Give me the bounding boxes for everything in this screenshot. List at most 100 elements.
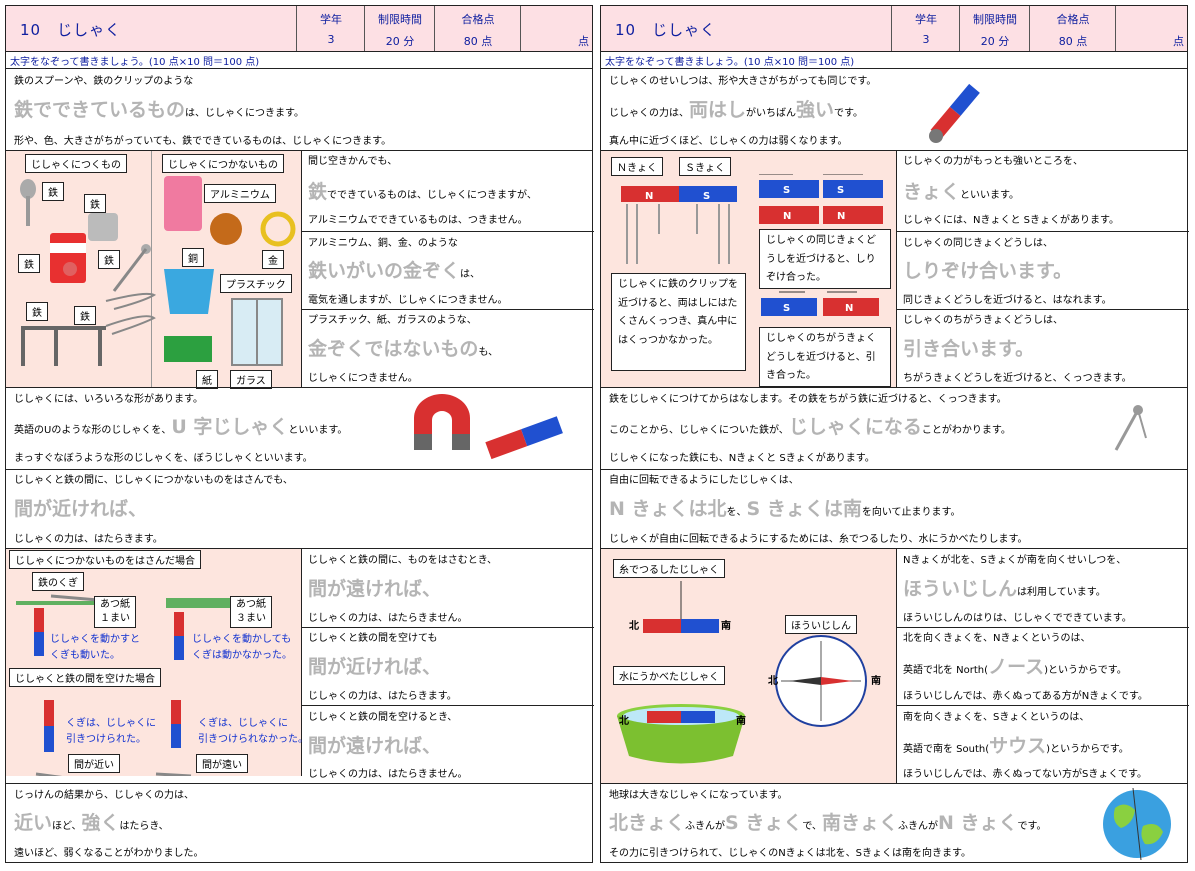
text-line: まっすぐなぼうような形のじしゃくを、ぼうじしゃくといいます。	[14, 453, 313, 464]
trace-text[interactable]: 間が遠ければ、	[308, 580, 441, 599]
tag-iron: 鉄	[26, 302, 48, 321]
trace-text[interactable]: 鉄でできているものは、じしゃくにつきます。	[14, 101, 304, 120]
trace-text[interactable]: N きょくは北を、S きょくは南を向いて止まります。	[609, 500, 961, 519]
magnet-illustration	[414, 394, 563, 460]
nail-icon	[1114, 405, 1147, 451]
trace-text[interactable]: しりぞけ合います。	[903, 262, 1072, 281]
trace-text[interactable]: きょくといいます。	[903, 183, 1019, 202]
pass-cell: 合格点 80 点	[1029, 6, 1116, 51]
worksheet-left: 10 じしゃく 学年 3 制限時間 20 分 合格点 80 点 点 太字をなぞって書き…	[5, 5, 594, 863]
tag-iron: 鉄	[84, 194, 106, 213]
score-cell[interactable]: 点	[1115, 6, 1190, 51]
instruction: 太字をなぞって書きましょう。(10 点×10 問＝100 点)	[10, 57, 260, 68]
text-line: 鉄をじしゃくにつけてからはなします。その鉄をちがう鉄に近づけると、くっつきます。	[609, 394, 1007, 405]
worksheet-title: 10 じしゃく	[615, 21, 717, 39]
text-line: じしゃくの力は、はたらきます。	[308, 691, 457, 702]
trace-text[interactable]: 間が近ければ、	[14, 500, 147, 519]
tag-iron: 鉄	[42, 182, 64, 201]
trace-text[interactable]: 間が遠ければ、	[308, 737, 441, 756]
text-line: じしゃくのちがうきょくどうしは、	[903, 315, 1063, 326]
text-line: 南を向くきょくを、Sきょくというのは、	[903, 712, 1090, 723]
text-line: ちがうきょくどうしを近づけると、くっつきます。	[903, 373, 1132, 384]
tag-iron: 鉄	[98, 250, 120, 269]
text-line: ほういじしんでは、赤くぬってある方がNきょくです。	[903, 691, 1148, 702]
gap-illustration	[35, 700, 192, 776]
text-line: Nきょくが北を、Sきょくが南を向くせいしつを、	[903, 555, 1127, 566]
tag-copper: 銅	[182, 248, 204, 267]
text-line: じっけんの結果から、じしゃくの力は、	[14, 790, 194, 801]
trace-text[interactable]: 英語のUのような形のじしゃくを、U 字じしゃくといいます。	[14, 418, 347, 437]
text-line: その力に引きつけられて、じしゃくのNきょくは北を、Sきょくは南を向きます。	[609, 848, 972, 859]
caption-gap: じしゃくと鉄の間を空けた場合	[9, 668, 161, 687]
pole-s: S	[783, 185, 790, 196]
text-line: じしゃくにつきません。	[308, 373, 418, 384]
tag-plastic: プラスチック	[220, 274, 292, 293]
trace-text[interactable]: 北きょくふきんがS きょくで、南きょくふきんがN きょくです。	[609, 814, 1046, 833]
result-note: くぎは動かなかった。	[192, 650, 292, 661]
time-cell: 制限時間 20 分	[959, 6, 1030, 51]
worksheet-title: 10 じしゃく	[20, 21, 122, 39]
result-note: くぎは、じしゃくに	[66, 718, 156, 729]
text-line: アルミニウム、銅、金、のような	[308, 238, 458, 249]
pole-n: N	[837, 211, 845, 222]
text-line: 電気を通しますが、じしゃくにつきません。	[308, 295, 508, 306]
label-north: 北	[619, 716, 629, 727]
trace-text[interactable]: ほういじしんは利用しています。	[903, 580, 1106, 599]
text-line: じしゃくの同じきょくどうしは、	[903, 238, 1053, 249]
trace-text[interactable]: 鉄でできているものは、じしゃくにつきますが、	[308, 183, 537, 202]
text-line: プラスチック、紙、ガラスのような、	[308, 315, 477, 326]
text-line: 遠いほど、弱くなることがわかりました。	[14, 848, 204, 859]
grade-cell: 学年 3	[891, 6, 960, 51]
pole-n: N	[845, 303, 853, 314]
result-note: 引きつけられなかった。	[198, 734, 308, 745]
trace-text[interactable]: 鉄いがいの金ぞくは、	[308, 262, 480, 281]
trace-text[interactable]: 英語で北を North(ノース)というからです。	[903, 658, 1127, 677]
label-north: 北	[629, 621, 639, 632]
text-line: ほういじしんのはりは、じしゃくでできています。	[903, 613, 1132, 624]
score-cell[interactable]: 点	[520, 6, 595, 51]
paper-3sheets: あつ紙 ３まい	[230, 596, 272, 628]
text-line: じしゃくが自由に回転できるようにするためには、糸でつるしたり、水にうかべたりしま…	[609, 534, 1028, 545]
note-clips: じしゃくに鉄のクリップを近づけると、両はしにはたくさんくっつき、真ん中にはくっつ…	[611, 273, 746, 371]
result-note: 引きつけられた。	[66, 734, 146, 745]
trace-text[interactable]: このことから、じしゃくについた鉄が、じしゃくになることがわかります。	[609, 418, 1011, 437]
text-line: じしゃくと鉄の間に、じしゃくにつかないものをはさんでも、	[14, 475, 293, 486]
text-line: 同じきょくどうしを近づけると、はなれます。	[903, 295, 1112, 306]
trace-text[interactable]: 金ぞくではないものも、	[308, 340, 498, 359]
result-note: じしゃくを動かすと	[50, 634, 140, 645]
header: 10 じしゃく 学年 3 制限時間 20 分 合格点 80 点 点	[6, 6, 592, 52]
trace-text[interactable]: 英語で南を South(サウス)というからです。	[903, 737, 1129, 756]
text-line: じしゃくには、いろいろな形があります。	[14, 394, 203, 405]
trace-text[interactable]: 近いほど、強くはたらき、	[14, 814, 169, 833]
text-line: アルミニウムでできているものは、つきません。	[308, 215, 528, 226]
pole-n: N	[645, 191, 653, 202]
tag-aluminum: アルミニウム	[204, 184, 276, 203]
worksheet-right: 10 じしゃく 学年 3 制限時間 20 分 合格点 80 点 点 太字をなぞって書き…	[600, 5, 1189, 863]
instruction: 太字をなぞって書きましょう。(10 点×10 問＝100 点)	[605, 57, 855, 68]
text-line: じしゃくになった鉄にも、Nきょくと Sきょくがあります。	[609, 453, 875, 464]
text-line: じしゃくと鉄の間に、ものをはさむとき、	[308, 555, 497, 566]
pole-s: S	[837, 185, 844, 196]
caption-sandwich: じしゃくにつかないものをはさんだ場合	[9, 550, 201, 569]
text-line: 形や、色、大きさがちがっていても、鉄でできているものは、じしゃくにつきます。	[14, 136, 392, 147]
text-line: じしゃくには、Nきょくと Sきょくがあります。	[903, 215, 1120, 226]
result-note: くぎは、じしゃくに	[198, 718, 288, 729]
text-line: ほういじしんでは、赤くぬってない方がSきょくです。	[903, 769, 1148, 780]
note-repel: じしゃくの同じきょくどうしを近づけると、しりぞけ合った。	[759, 229, 891, 289]
text-line: じしゃくのせいしつは、形や大きさがちがっても同じです。	[609, 76, 877, 87]
tag-iron: 鉄	[74, 306, 96, 325]
text-line: じしゃくと鉄の間を空けるとき、	[308, 712, 458, 723]
trace-text[interactable]: 引き合います。	[903, 340, 1034, 359]
header: 10 じしゃく 学年 3 制限時間 20 分 合格点 80 点 点	[601, 6, 1187, 52]
tag-near: 間が近い	[68, 754, 120, 773]
pole-s: S	[783, 303, 790, 314]
paper-1sheet: あつ紙 １まい	[94, 596, 136, 628]
note-attract: じしゃくのちがうきょくどうしを近づけると、引き合った。	[759, 327, 891, 387]
tag-iron: 鉄	[18, 254, 40, 273]
trace-text[interactable]: 間が近ければ、	[308, 658, 441, 677]
text-line: 間じ空きかんでも、	[308, 156, 398, 167]
trace-text[interactable]: じしゃくの力は、両はしがいちばん強いです。	[609, 101, 863, 120]
text-line: じしゃくと鉄の間を空けても	[308, 633, 438, 644]
label-north: 北	[768, 676, 778, 687]
grade-cell: 学年 3	[296, 6, 365, 51]
